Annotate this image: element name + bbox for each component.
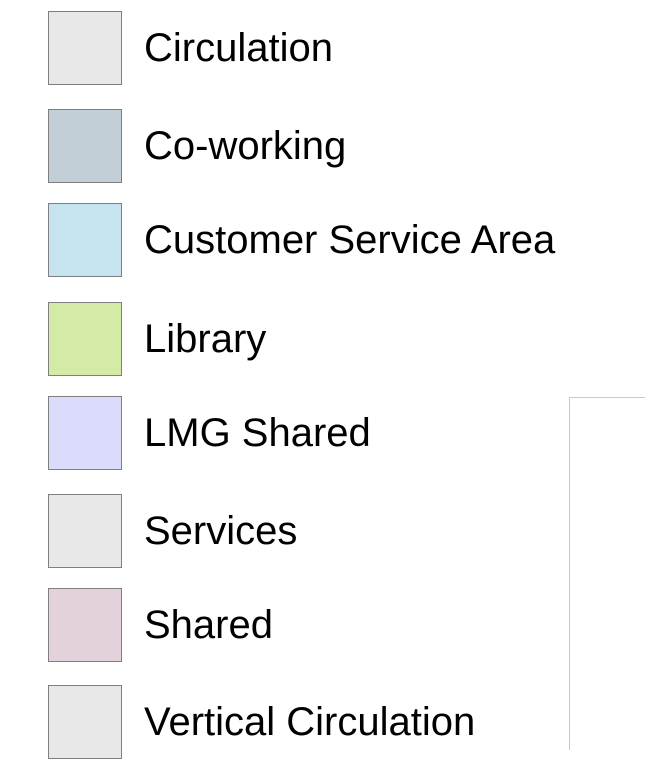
frame-left-edge [569,397,570,750]
legend-item-co-working: Co-working [48,108,346,184]
legend-item-vertical-circulation: Vertical Circulation [48,684,475,760]
legend-label-library: Library [144,317,267,361]
legend-label-lmg-shared: LMG Shared [144,411,371,455]
legend-item-services: Services [48,493,297,569]
legend-item-circulation: Circulation [48,10,333,86]
legend-label-services: Services [144,509,298,553]
frame-top-edge [569,397,645,398]
legend-item-lmg-shared: LMG Shared [48,395,371,471]
legend-swatch-co-working [48,109,122,183]
legend-item-library: Library [48,301,266,377]
legend-swatch-library [48,302,122,376]
legend-label-shared: Shared [144,603,273,647]
legend-swatch-circulation [48,11,122,85]
legend-swatch-customer-service-area [48,203,122,277]
legend-swatch-lmg-shared [48,396,122,470]
legend-item-customer-service-area: Customer Service Area [48,202,555,278]
legend-swatch-services [48,494,122,568]
legend-label-co-working: Co-working [144,124,347,168]
legend-label-customer-service-area: Customer Service Area [144,218,556,262]
legend-label-circulation: Circulation [144,26,333,70]
legend-swatch-vertical-circulation [48,685,122,759]
legend-swatch-shared [48,588,122,662]
legend-label-vertical-circulation: Vertical Circulation [144,700,476,744]
legend-item-shared: Shared [48,587,273,663]
legend: Circulation Co-working Customer Service … [0,0,645,759]
